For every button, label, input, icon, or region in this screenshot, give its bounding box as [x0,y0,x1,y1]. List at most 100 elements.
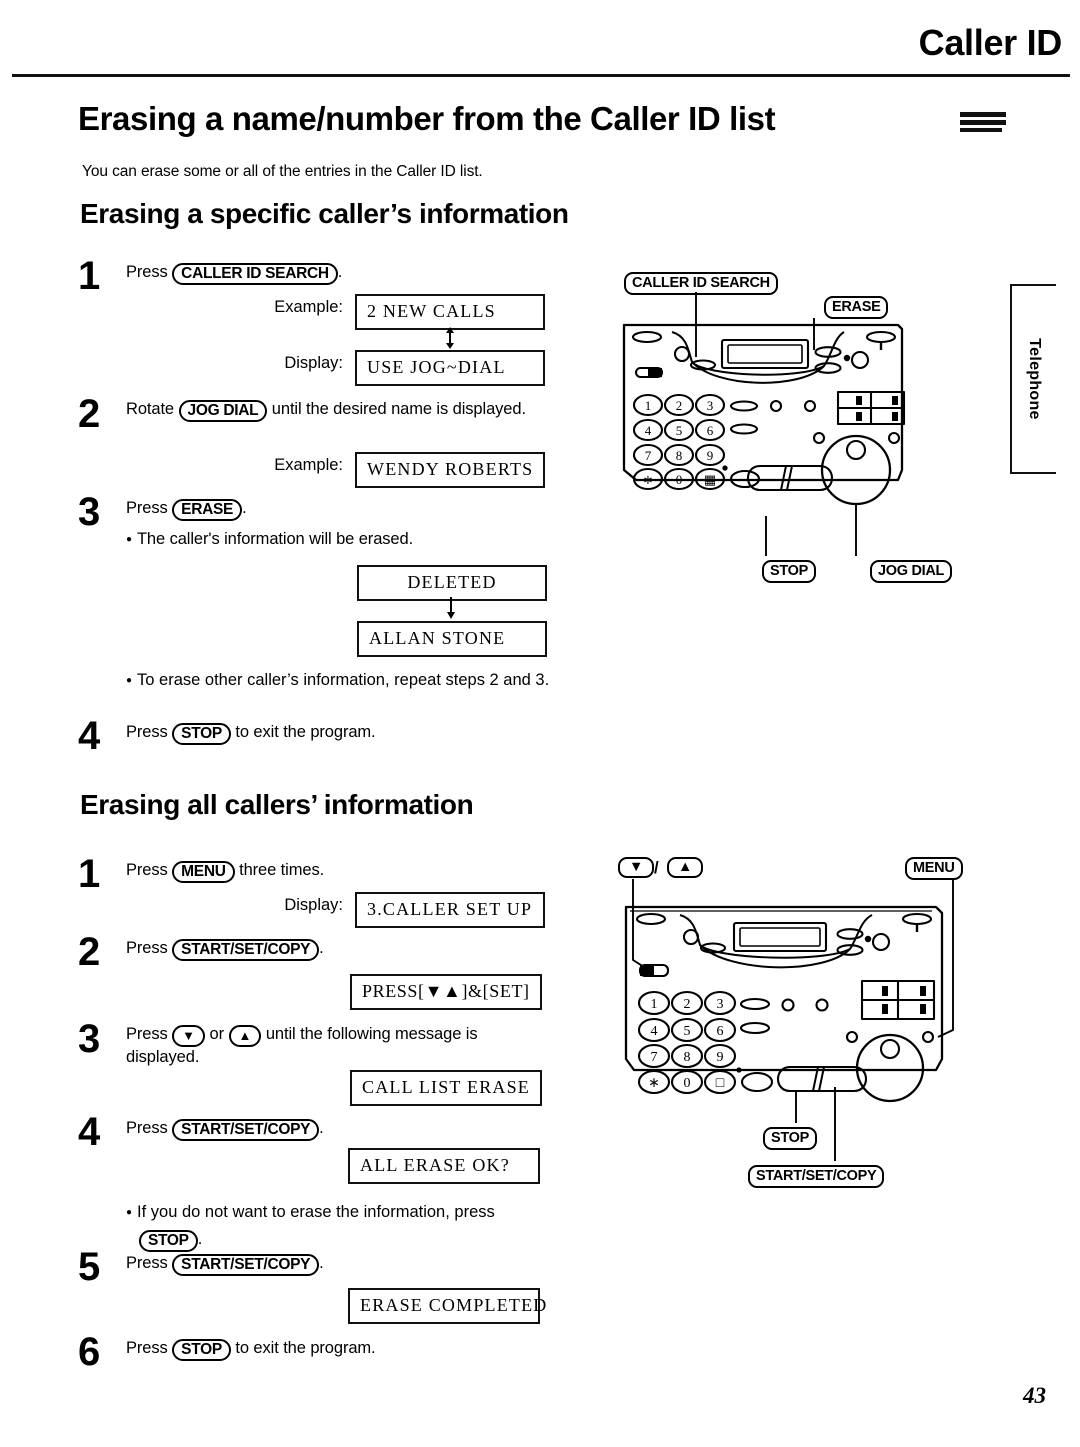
step-text: Rotate JOG DIAL until the desired name i… [126,400,558,423]
side-tab-label: Telephone [1026,338,1043,420]
step-verb: Press [126,861,168,879]
step-text: Press START/SET/COPY. [126,1253,324,1277]
svg-text:6: 6 [707,423,714,438]
svg-text:5: 5 [676,423,683,438]
display-text: 2 NEW CALLS [355,294,545,330]
step-verb: Press [126,1339,168,1357]
display-text: CALL LIST ERASE [350,1070,542,1106]
svg-text:0: 0 [684,1076,691,1091]
step-text: Press MENU three times. [126,860,324,884]
step-number: 1 [78,254,101,298]
step-2-all: 2 Press START/SET/COPY. [78,930,324,974]
step-text: Press ERASE. The caller's information wi… [126,498,548,552]
section-heading-all: Erasing all callers’ information [80,789,474,820]
key-start-set-copy[interactable]: START/SET/COPY [172,1254,320,1276]
step-punct: . [319,1119,324,1137]
step-punct: . [337,263,343,281]
svg-text:0: 0 [676,472,683,487]
header-rule [12,74,1070,77]
bullet-text: If you do not want to erase the informat… [126,1201,566,1226]
step-text: Press START/SET/COPY. [126,1118,324,1142]
svg-text:2: 2 [684,997,691,1012]
step-4-specific: 4 Press STOP to exit the program. [78,714,376,758]
svg-text:9: 9 [717,1050,724,1065]
display-box-caller-set-up: Display: 3.CALLER SET UP [284,892,545,928]
control-panel-drawing: 1 2 3 4 5 6 7 8 9 ∗ 0 ▦ [622,292,906,556]
key-erase[interactable]: ERASE [172,499,243,521]
step-rest: until the desired name is displayed. [267,400,526,418]
display-text: ALLAN STONE [357,621,547,657]
step-conj: or [205,1025,229,1043]
display-label: Display: [284,896,343,914]
svg-text:2: 2 [676,398,683,413]
display-text: ERASE COMPLETED [348,1288,546,1324]
step-text: Press CALLER ID SEARCH. [126,262,342,286]
step-number: 2 [78,392,101,436]
display-text: WENDY ROBERTS [355,452,545,488]
bullet-label: If you do not want to erase the informat… [137,1203,495,1221]
svg-text:□: □ [716,1076,725,1091]
display-box-press-set: PRESS[▼▲]&[SET] [350,974,542,1010]
down-arrow-icon [445,597,459,620]
step-rest: to exit the program. [230,1339,376,1357]
display-box-use-jog-dial: Display: USE JOG~DIAL [284,350,545,386]
key-menu[interactable]: MENU [172,861,235,883]
key-down-arrow[interactable]: ▼ [172,1025,206,1047]
step-verb: Press [126,1025,168,1043]
key-jog-dial[interactable]: JOG DIAL [178,400,268,422]
step-number: 3 [78,1017,101,1061]
svg-text:1: 1 [645,398,652,413]
step-punct: . [242,499,247,517]
display-box-all-erase-ok: ALL ERASE OK? [348,1148,540,1184]
svg-text:5: 5 [684,1024,691,1039]
step-text: Press STOP to exit the program. [126,722,376,746]
svg-text:3: 3 [717,997,724,1012]
svg-text:1: 1 [651,997,658,1012]
step-verb: Press [126,939,168,957]
step-rest: three times. [234,861,325,879]
svg-text:▦: ▦ [704,472,716,487]
svg-text:8: 8 [676,448,683,463]
key-up-arrow[interactable]: ▲ [228,1025,262,1047]
key-stop[interactable]: STOP [139,1230,198,1252]
control-panel-drawing: 1 2 3 4 5 6 7 8 9 ∗ 0 □ [624,879,954,1161]
key-stop[interactable]: STOP [172,723,231,745]
display-label: Example: [274,456,343,474]
display-box-wendy-roberts: Example: WENDY ROBERTS [274,452,545,488]
svg-text:3: 3 [707,398,714,413]
page-number: 43 [1023,1383,1046,1408]
svg-text:7: 7 [651,1050,658,1065]
svg-text:9: 9 [707,448,714,463]
step-4-bullet-cancel: If you do not want to erase the informat… [126,1194,566,1253]
step-verb: Press [126,1254,168,1272]
display-box-2-new-calls: Example: 2 NEW CALLS [274,294,545,330]
step-number: 6 [78,1330,101,1374]
step-verb: Press [126,1119,168,1137]
step-1-specific: 1 Press CALLER ID SEARCH. [78,254,342,298]
svg-text:∗: ∗ [643,472,654,487]
display-text: ALL ERASE OK? [348,1148,540,1184]
step-rest: to exit the program. [230,723,376,741]
key-start-set-copy[interactable]: START/SET/COPY [172,1119,320,1141]
page-title: Erasing a name/number from the Caller ID… [78,100,776,137]
step-number: 4 [78,714,101,758]
step-verb: Rotate [126,400,175,418]
svg-text:7: 7 [645,448,652,463]
step-verb: Press [126,263,168,281]
key-start-set-copy[interactable]: START/SET/COPY [172,939,320,961]
step-2-specific: 2 Rotate JOG DIAL until the desired name… [78,392,558,436]
key-stop[interactable]: STOP [172,1339,231,1361]
step-number: 5 [78,1245,101,1289]
step-verb: Press [126,723,168,741]
step-4-all: 4 Press START/SET/COPY. [78,1110,324,1154]
svg-text:8: 8 [684,1050,691,1065]
display-box-allan-stone: ALLAN STONE [357,621,547,657]
title-decoration-bars [960,112,1008,135]
key-caller-id-search[interactable]: CALLER ID SEARCH [172,263,338,285]
step-punct: . [319,1254,324,1272]
display-text: USE JOG~DIAL [355,350,545,386]
bullet-punct: . [197,1230,203,1248]
section-heading-specific: Erasing a specific caller’s information [80,198,569,229]
intro-text: You can erase some or all of the entries… [82,163,483,180]
manual-page: Caller ID Erasing a name/number from the… [0,0,1080,1447]
